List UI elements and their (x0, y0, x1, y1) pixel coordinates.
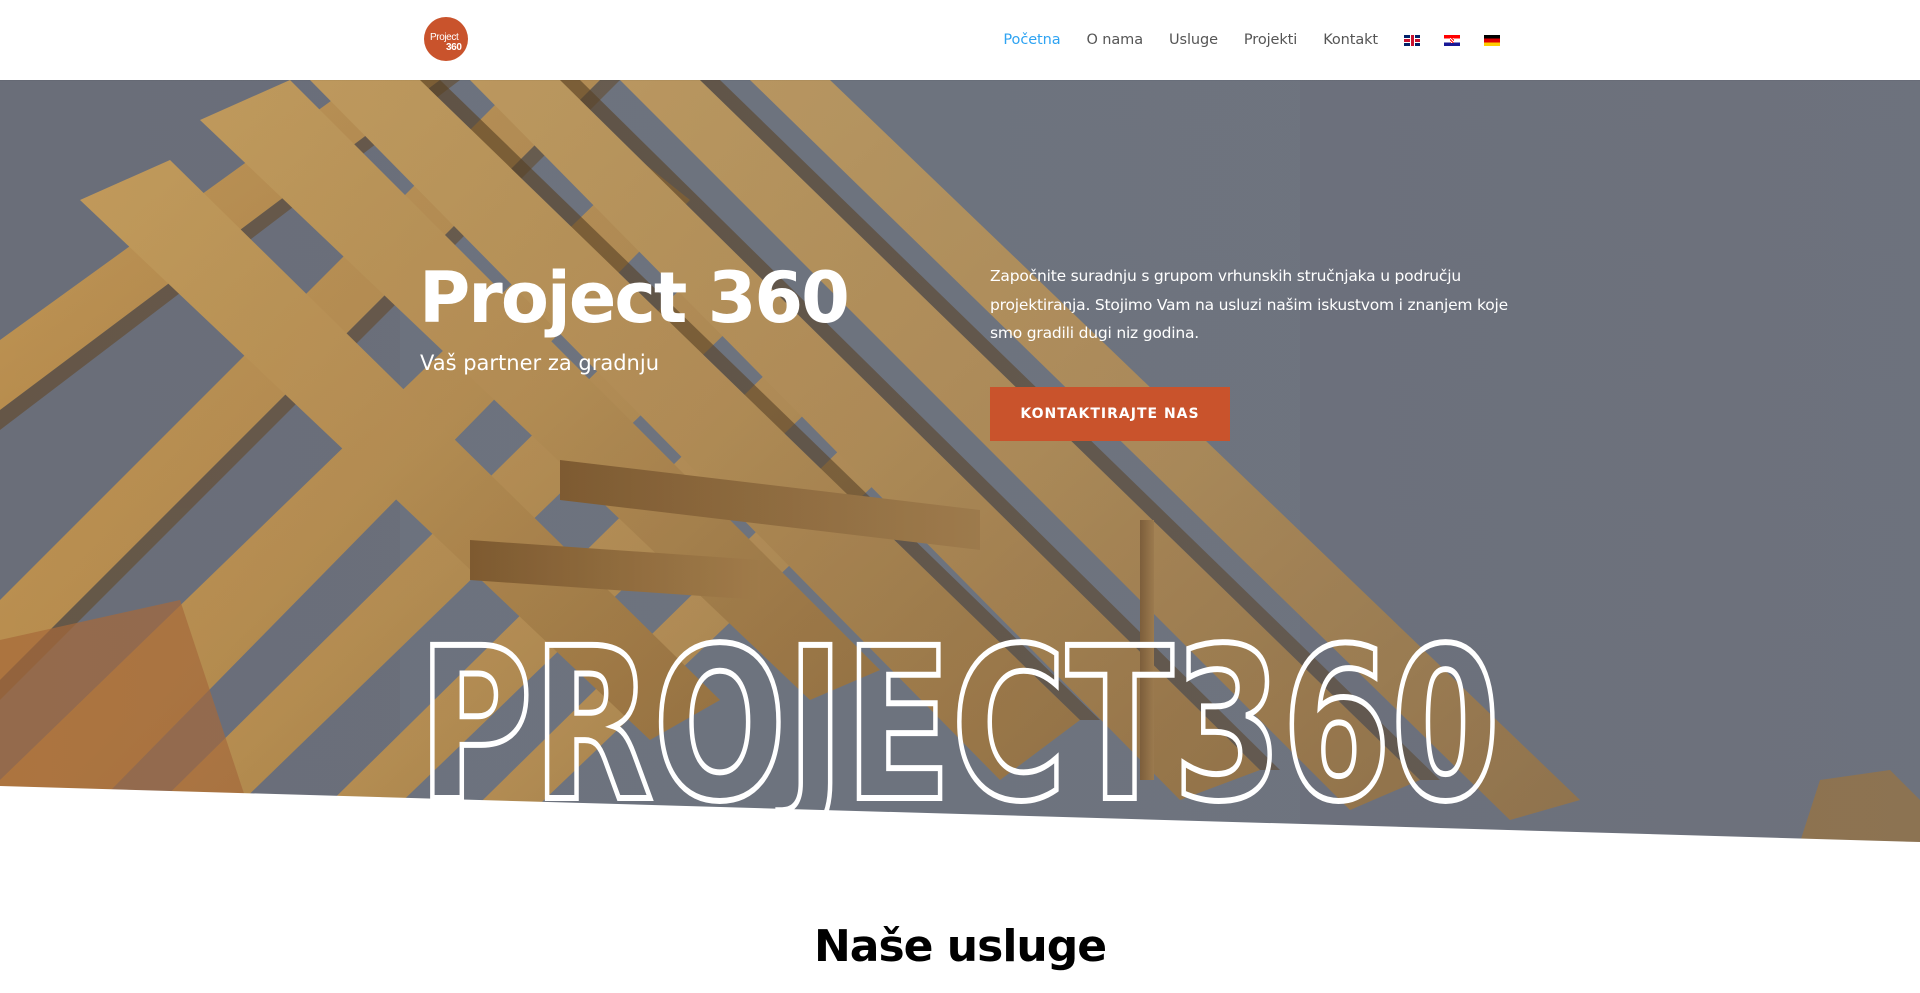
nav-item-usluge[interactable]: Usluge (1169, 32, 1218, 48)
main-nav: Početna O nama Usluge Projekti Kontakt (1003, 0, 1500, 80)
nav-item-pocetna[interactable]: Početna (1003, 32, 1060, 48)
flag-hr-icon[interactable] (1444, 34, 1460, 46)
hero-section: Project 360 Vaš partner za gradnju Započ… (0, 80, 1920, 842)
nav-item-kontakt[interactable]: Kontakt (1323, 32, 1378, 48)
services-title: Naše usluge (813, 921, 1107, 972)
logo-number: 360 (446, 42, 462, 53)
nav-item-o-nama[interactable]: O nama (1086, 32, 1143, 48)
nav-item-projekti[interactable]: Projekti (1244, 32, 1297, 48)
flag-de-icon[interactable] (1484, 34, 1500, 46)
site-header: Project 360 Početna O nama Usluge Projek… (0, 0, 1920, 80)
language-switcher (1404, 34, 1500, 46)
flag-en-icon[interactable] (1404, 34, 1420, 46)
hero-outline-text-graphic: PROJECT360 (0, 600, 1920, 842)
site-logo[interactable]: Project 360 (424, 17, 468, 61)
